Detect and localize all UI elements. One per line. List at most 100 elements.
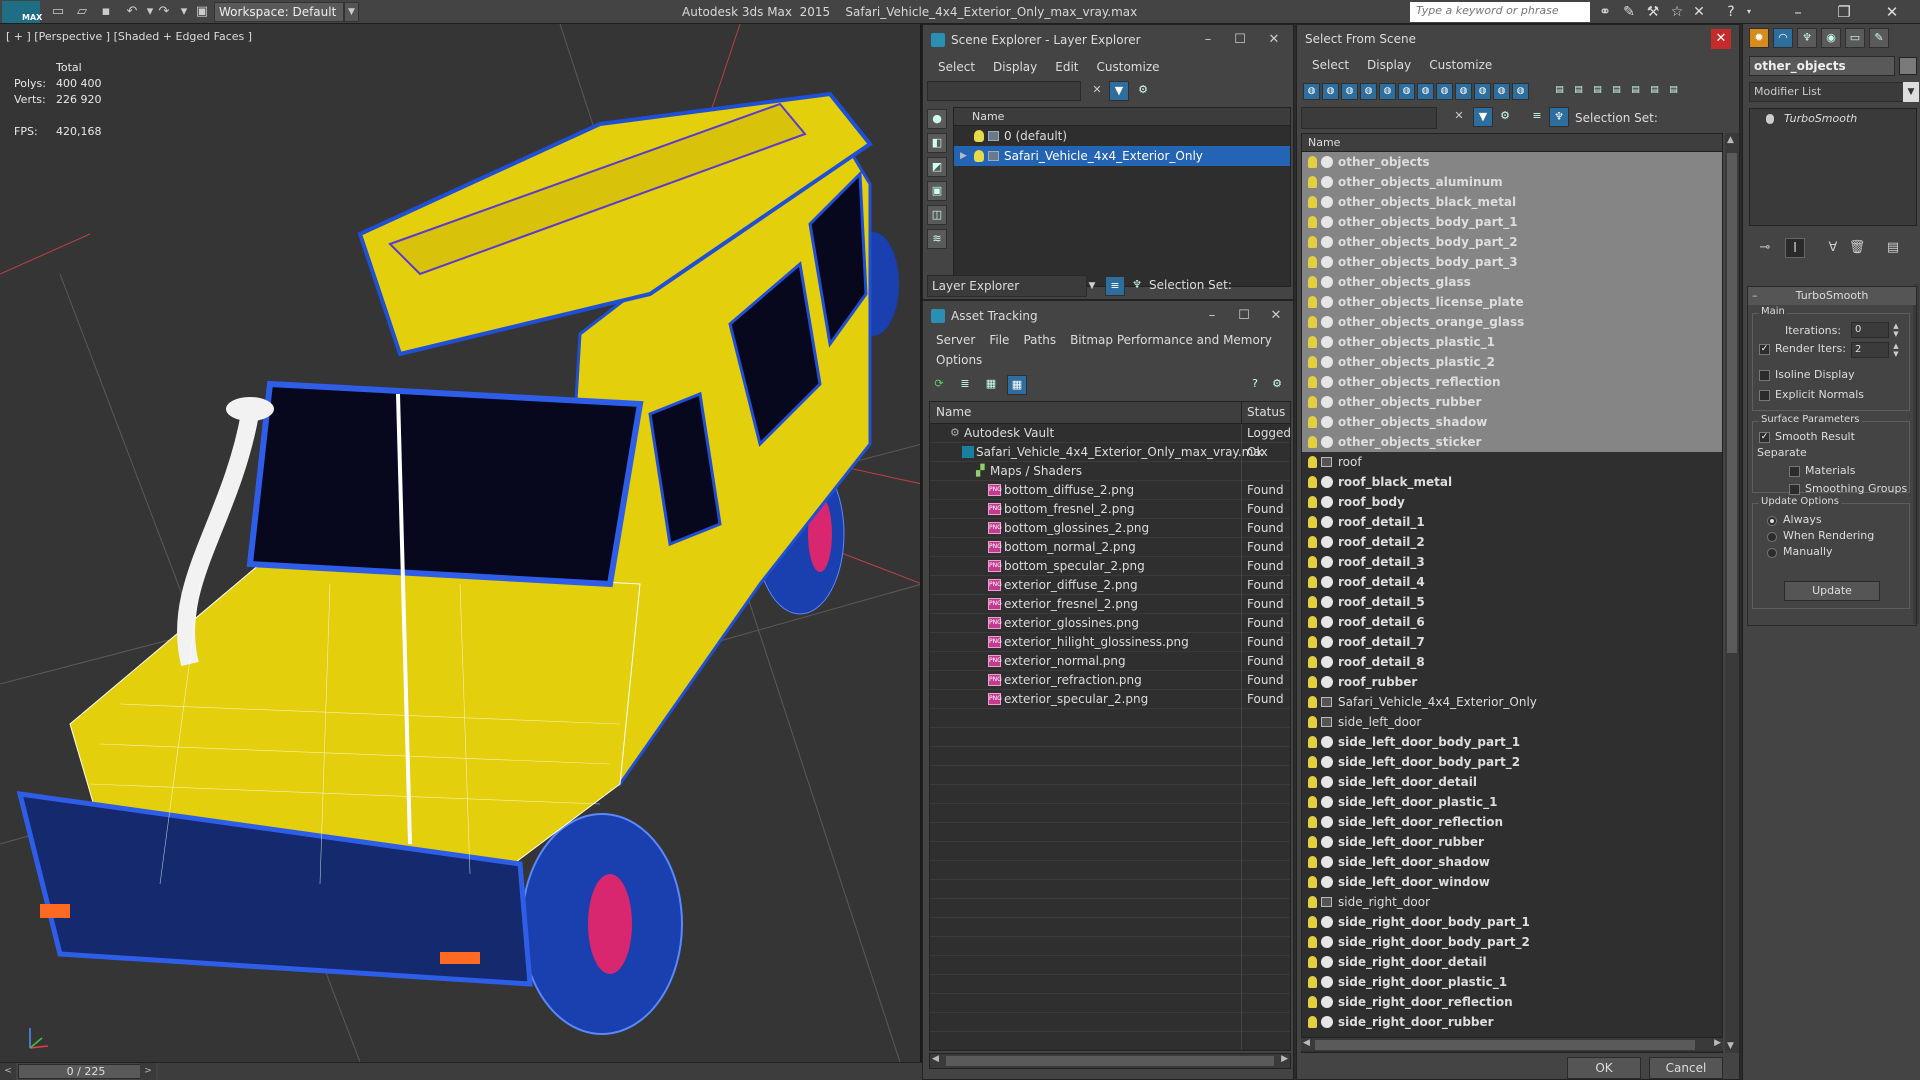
display-space-warps-icon[interactable]: ◍: [1398, 83, 1415, 100]
scrollbar-thumb[interactable]: [946, 1056, 1274, 1066]
layers-icon[interactable]: ≡: [1527, 107, 1547, 127]
configure-sets-icon[interactable]: ▤: [1883, 238, 1903, 258]
scene-explorer-search-field[interactable]: [927, 81, 1081, 101]
bulb-icon[interactable]: [1308, 716, 1317, 728]
bulb-icon[interactable]: [1308, 236, 1317, 248]
bulb-icon[interactable]: [1308, 316, 1317, 328]
bulb-icon[interactable]: [1308, 996, 1317, 1008]
bulb-icon[interactable]: [1308, 416, 1317, 428]
bulb-icon[interactable]: [1308, 976, 1317, 988]
filter-icon[interactable]: ▼: [1109, 81, 1129, 101]
display-filter-list-icon[interactable]: ▤: [1627, 83, 1644, 100]
object-row[interactable]: roof_detail_2: [1302, 532, 1722, 552]
render-iters-spinner[interactable]: 2: [1851, 342, 1889, 358]
bulb-icon[interactable]: [1308, 896, 1317, 908]
modifier-list-dropdown[interactable]: Modifier List: [1749, 82, 1905, 102]
object-row[interactable]: side_right_door_detail: [1302, 952, 1722, 972]
workspace-dropdown[interactable]: Workspace: Default: [214, 2, 344, 22]
communication-icon[interactable]: ⚒: [1644, 4, 1662, 20]
display-geometry-icon[interactable]: ●: [927, 109, 947, 129]
bulb-icon[interactable]: [1766, 114, 1774, 124]
bulb-icon[interactable]: [1308, 536, 1317, 548]
asset-row[interactable]: PNG exterior_fresnel_2.png Found: [930, 595, 1290, 614]
bulb-icon[interactable]: [1308, 216, 1317, 228]
display-shapes-icon[interactable]: ◧: [927, 133, 947, 153]
asset-row[interactable]: PNG exterior_glossines.png Found: [930, 614, 1290, 633]
vertical-scrollbar[interactable]: ▲ ▼: [1725, 133, 1739, 1053]
bulb-icon[interactable]: [1308, 576, 1317, 588]
turbosmooth-rollout-title[interactable]: – TurboSmooth: [1748, 287, 1916, 305]
bulb-icon[interactable]: [1308, 816, 1317, 828]
display-groups-icon[interactable]: ◍: [1417, 83, 1434, 100]
column-name[interactable]: Name: [936, 405, 971, 419]
menu-server[interactable]: Server: [929, 331, 982, 351]
menu-customize[interactable]: Customize: [1420, 53, 1501, 77]
menu-edit[interactable]: Edit: [1046, 55, 1087, 79]
bulb-icon[interactable]: [974, 130, 984, 142]
motion-tab-icon[interactable]: ◉: [1821, 28, 1841, 48]
object-row[interactable]: side_left_door_window: [1302, 872, 1722, 892]
asset-row[interactable]: PNG exterior_refraction.png Found: [930, 671, 1290, 690]
display-xrefs-icon[interactable]: ◍: [1436, 83, 1453, 100]
display-geometry-icon[interactable]: ◍: [1303, 83, 1320, 100]
close-icon[interactable]: ✕: [1259, 25, 1289, 55]
chevron-down-icon[interactable]: ▼: [1085, 275, 1099, 297]
cancel-button[interactable]: Cancel: [1649, 1057, 1723, 1079]
bulb-icon[interactable]: [1308, 676, 1317, 688]
layer-row-default[interactable]: 0 (default): [954, 126, 1290, 146]
remove-modifier-icon[interactable]: 🗑: [1847, 238, 1867, 258]
object-row[interactable]: other_objects_body_part_3: [1302, 252, 1722, 272]
column-status[interactable]: Status: [1247, 405, 1285, 419]
find-icon[interactable]: ⚙: [1495, 107, 1515, 127]
explorer-type-dropdown[interactable]: Layer Explorer: [927, 275, 1087, 297]
bulb-icon[interactable]: [1308, 1016, 1317, 1028]
settings-icon[interactable]: ⚙: [1267, 375, 1287, 395]
select-from-scene-search-field[interactable]: [1301, 107, 1437, 129]
menu-bitmap-performance[interactable]: Bitmap Performance and Memory: [1063, 331, 1279, 351]
display-cameras-icon[interactable]: ◍: [1360, 83, 1377, 100]
asset-row[interactable]: PNG bottom_specular_2.png Found: [930, 557, 1290, 576]
asset-row[interactable]: PNG exterior_specular_2.png Found: [930, 690, 1290, 709]
object-row[interactable]: side_right_door_body_part_2: [1302, 932, 1722, 952]
clear-search-icon[interactable]: ✕: [1449, 107, 1469, 127]
bulb-icon[interactable]: [1308, 856, 1317, 868]
object-list-header[interactable]: Name: [1302, 134, 1722, 152]
chevron-right-icon[interactable]: >: [140, 1063, 156, 1080]
object-row[interactable]: roof_black_metal: [1302, 472, 1722, 492]
object-row[interactable]: side_right_door_rubber: [1302, 1012, 1722, 1032]
bulb-icon[interactable]: [1308, 296, 1317, 308]
render-iters-checkbox[interactable]: ✓: [1759, 344, 1770, 355]
hierarchy-tab-icon[interactable]: ♆: [1797, 28, 1817, 48]
always-radio[interactable]: [1767, 516, 1777, 526]
object-row[interactable]: roof_detail_1: [1302, 512, 1722, 532]
object-row[interactable]: roof_detail_4: [1302, 572, 1722, 592]
bulb-icon[interactable]: [1308, 836, 1317, 848]
object-row[interactable]: roof_body: [1302, 492, 1722, 512]
object-name-field[interactable]: other_objects: [1749, 56, 1895, 76]
isoline-display-checkbox[interactable]: [1759, 370, 1770, 381]
object-row[interactable]: side_right_door_body_part_1: [1302, 912, 1722, 932]
asset-row[interactable]: PNG exterior_hilight_glossiness.png Found: [930, 633, 1290, 652]
smoothing-groups-checkbox[interactable]: [1789, 484, 1800, 495]
display-containers-icon[interactable]: ◍: [1474, 83, 1491, 100]
object-row[interactable]: side_left_door_rubber: [1302, 832, 1722, 852]
menu-select[interactable]: Select: [1303, 53, 1358, 77]
display-frozen-icon[interactable]: ◍: [1493, 83, 1510, 100]
asset-row[interactable]: PNG exterior_normal.png Found: [930, 652, 1290, 671]
new-file-icon[interactable]: ▭: [50, 4, 66, 19]
favorites-star-icon[interactable]: ☆: [1668, 4, 1686, 20]
spinner-arrows-icon[interactable]: ▲ ▼: [1891, 342, 1901, 358]
object-row[interactable]: side_left_door_body_part_2: [1302, 752, 1722, 772]
horizontal-scrollbar[interactable]: ◀ ▶: [929, 1053, 1291, 1069]
object-row[interactable]: other_objects_body_part_2: [1302, 232, 1722, 252]
object-row[interactable]: roof_detail_8: [1302, 652, 1722, 672]
bulb-icon[interactable]: [1308, 616, 1317, 628]
bulb-icon[interactable]: [1308, 336, 1317, 348]
scene-explorer-titlebar[interactable]: Scene Explorer - Layer Explorer – ☐ ✕: [923, 25, 1293, 55]
close-icon[interactable]: ✕: [1261, 301, 1291, 331]
object-row[interactable]: other_objects: [1302, 152, 1722, 172]
create-tab-icon[interactable]: ✹: [1749, 28, 1769, 48]
chevron-down-icon[interactable]: ▼: [344, 2, 359, 22]
menu-file[interactable]: File: [982, 331, 1016, 351]
display-shapes-icon[interactable]: ◍: [1322, 83, 1339, 100]
